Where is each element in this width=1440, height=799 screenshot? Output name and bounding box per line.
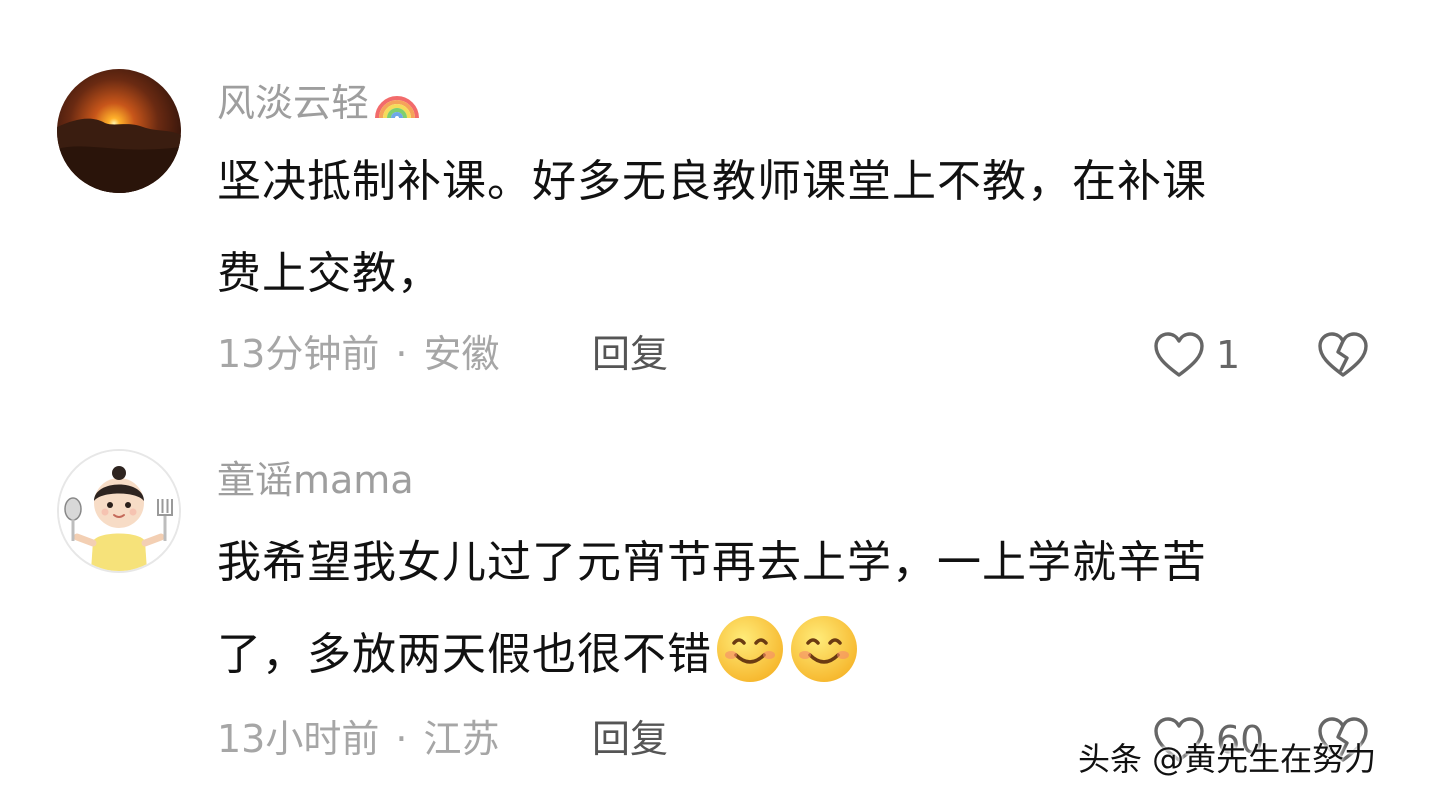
comment-location: 江苏 — [423, 717, 500, 761]
comment-text-line: 坚决抵制补课。好多无良教师课堂上不教，在补课 — [217, 156, 1207, 207]
comment-text-line: 费上交教， — [217, 248, 442, 299]
username[interactable]: 风淡云轻 — [217, 76, 421, 126]
watermark: 头条 @黄先生在努力 — [1078, 740, 1377, 778]
smiling-face-emoji-icon — [791, 616, 857, 682]
heart-icon — [1154, 332, 1204, 377]
reply-button[interactable]: 回复 — [592, 331, 668, 377]
comment-text-segment: 了，多放两天假也很不错 — [217, 629, 712, 680]
username-text: 风淡云轻 — [217, 81, 370, 125]
separator-dot: · — [395, 717, 408, 761]
comment-text-line: 我希望我女儿过了元宵节再去上学，一上学就辛苦 — [217, 537, 1207, 588]
comment-text-line: 了，多放两天假也很不错 — [217, 609, 1377, 701]
comment-meta: 13分钟前 · 安徽 — [217, 331, 499, 377]
comment-time: 13分钟前 — [217, 332, 380, 376]
avatar[interactable] — [57, 69, 181, 193]
like-count: 1 — [1216, 333, 1241, 377]
comment-text: 坚决抵制补课。好多无良教师课堂上不教，在补课 费上交教， — [217, 136, 1377, 320]
broken-heart-icon[interactable] — [1316, 330, 1370, 380]
smiling-face-emoji-icon — [717, 616, 783, 682]
username[interactable]: 童谣mama — [217, 457, 414, 503]
comment-meta: 13小时前 · 江苏 — [217, 716, 499, 762]
sunset-avatar-image — [57, 69, 181, 193]
avatar[interactable] — [57, 449, 181, 573]
comment-location: 安徽 — [423, 332, 500, 376]
comment-text: 我希望我女儿过了元宵节再去上学，一上学就辛苦 了，多放两天假也很不错 — [217, 517, 1377, 701]
cartoon-child-avatar-image — [59, 451, 179, 571]
comment-item: 风淡云轻 坚决抵制补课。好多无良教师课堂上不教，在补课 费上交教， 13分钟前 ·… — [0, 0, 1440, 400]
rainbow-icon — [375, 96, 420, 119]
reply-button[interactable]: 回复 — [592, 716, 668, 762]
like-button[interactable]: 1 — [1152, 327, 1240, 383]
comment-time: 13小时前 — [217, 717, 380, 761]
separator-dot: · — [395, 332, 408, 376]
